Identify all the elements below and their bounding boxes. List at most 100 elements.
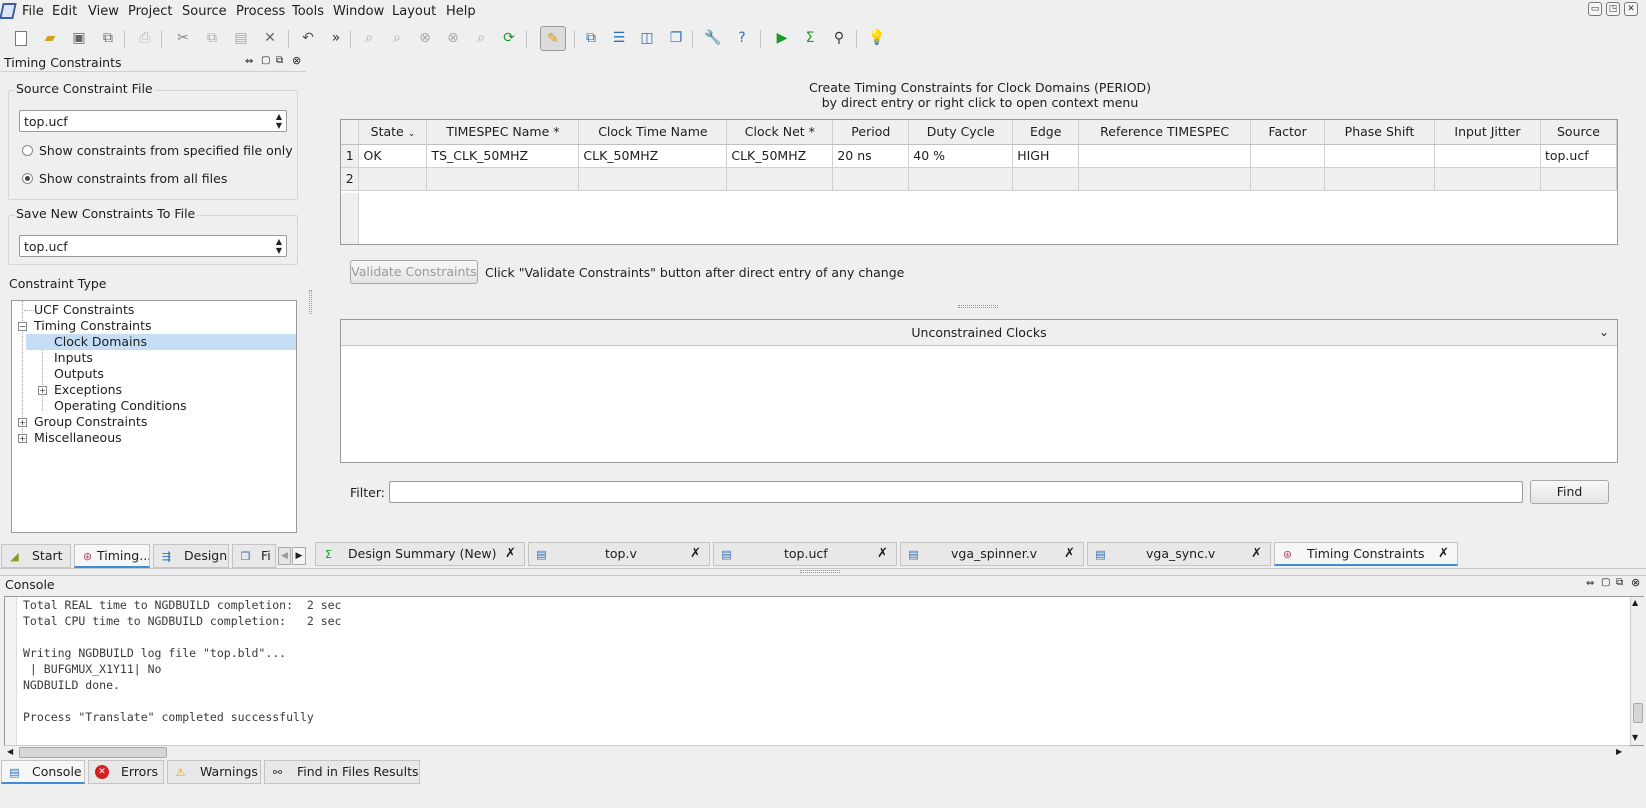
- scroll-right-icon[interactable]: ▶: [1616, 747, 1622, 756]
- table-cell[interactable]: [1078, 144, 1252, 168]
- panel-restore-icon[interactable]: ▢: [1601, 577, 1610, 588]
- unconstrained-clocks-header[interactable]: Unconstrained Clocks ⌄: [341, 320, 1617, 346]
- radio-all-files[interactable]: [22, 173, 33, 184]
- save-all-icon[interactable]: ⧉: [97, 27, 119, 49]
- tree-item-clock-domains[interactable]: Clock Domains: [26, 334, 296, 350]
- save-file-combo[interactable]: top.ucf ▲ ▼: [19, 235, 287, 257]
- tab-files[interactable]: ❐ Fi: [232, 544, 276, 568]
- panel-float-icon[interactable]: ⇔: [245, 56, 253, 67]
- menu-layout[interactable]: Layout: [392, 4, 436, 19]
- panel-close-icon[interactable]: ⊗: [1631, 576, 1640, 589]
- table-row[interactable]: 2: [341, 167, 1618, 191]
- table-cell[interactable]: [1434, 167, 1541, 191]
- table-cell[interactable]: [1012, 167, 1080, 191]
- zoom-fit-icon[interactable]: ⊗: [414, 27, 436, 49]
- menu-tools[interactable]: Tools: [292, 4, 324, 19]
- scroll-left-icon[interactable]: ◀: [7, 747, 13, 756]
- tab-timing-constraints[interactable]: ⊛ Timing Constraints ✗: [1274, 542, 1458, 566]
- zoom-out-icon[interactable]: ⌕: [386, 27, 408, 49]
- tab-errors[interactable]: ✕ Errors: [88, 760, 164, 784]
- table-cell[interactable]: [1434, 144, 1541, 168]
- tree-item-ucf-constraints[interactable]: UCF Constraints: [34, 302, 134, 318]
- tab-warnings[interactable]: ⚠ Warnings: [167, 760, 261, 784]
- table-cell[interactable]: HIGH: [1012, 144, 1080, 168]
- menu-window[interactable]: Window: [333, 4, 384, 19]
- column-header[interactable]: Source: [1540, 120, 1618, 145]
- menu-file[interactable]: File: [22, 4, 44, 19]
- close-tab-icon[interactable]: ✗: [505, 543, 516, 565]
- tree-item-miscellaneous[interactable]: Miscellaneous: [34, 430, 122, 446]
- menu-project[interactable]: Project: [128, 4, 172, 19]
- table-cell[interactable]: [908, 167, 1014, 191]
- table-cell[interactable]: [426, 167, 580, 191]
- tree-item-operating-conditions[interactable]: Operating Conditions: [54, 398, 187, 414]
- tile-vertical-icon[interactable]: ◫: [636, 27, 658, 49]
- column-header[interactable]: Duty Cycle: [908, 120, 1014, 145]
- panel-splitter-handle[interactable]: [309, 290, 312, 314]
- table-cell[interactable]: [726, 167, 834, 191]
- float-window-icon[interactable]: ❐: [665, 27, 687, 49]
- find-button[interactable]: Find: [1530, 480, 1609, 504]
- table-cell[interactable]: TS_CLK_50MHZ: [426, 144, 580, 168]
- scrollbar-thumb[interactable]: [1633, 703, 1643, 723]
- tree-item-group-constraints[interactable]: Group Constraints: [34, 414, 147, 430]
- column-header[interactable]: Edge: [1012, 120, 1080, 145]
- expand-icon[interactable]: +: [18, 418, 27, 427]
- horizontal-scrollbar[interactable]: ◀ ▶: [5, 745, 1630, 759]
- close-tab-icon[interactable]: ✗: [877, 543, 888, 565]
- tab-design-summary[interactable]: Σ Design Summary (New) ✗: [315, 542, 525, 566]
- tree-item-exceptions[interactable]: Exceptions: [54, 382, 122, 398]
- menu-edit[interactable]: Edit: [52, 4, 77, 19]
- filter-input[interactable]: [389, 481, 1523, 503]
- print-icon[interactable]: ⎙: [134, 27, 156, 49]
- tab-vga-sync[interactable]: ▤ vga_sync.v ✗: [1087, 542, 1271, 566]
- tab-scroll-right-icon[interactable]: ▶: [292, 547, 306, 565]
- radio-specified-file[interactable]: [22, 145, 33, 156]
- delete-icon[interactable]: ✕: [259, 27, 281, 49]
- run-icon[interactable]: ▶: [771, 27, 793, 49]
- new-file-icon[interactable]: [10, 27, 32, 49]
- paste-icon[interactable]: ▤: [230, 27, 252, 49]
- undo-icon[interactable]: ↶: [297, 27, 319, 49]
- panel-maximize-icon[interactable]: ⧉: [1616, 577, 1623, 588]
- minimize-icon[interactable]: ▭: [1588, 2, 1602, 16]
- column-header[interactable]: Reference TIMESPEC: [1078, 120, 1252, 145]
- tab-vga-spinner[interactable]: ▤ vga_spinner.v ✗: [900, 542, 1084, 566]
- save-icon[interactable]: ▣: [68, 27, 90, 49]
- summary-sigma-icon[interactable]: Σ: [799, 27, 821, 49]
- tab-start[interactable]: ◢ Start: [1, 544, 71, 568]
- column-header[interactable]: Clock Time Name: [578, 120, 728, 145]
- table-cell[interactable]: OK: [358, 144, 428, 168]
- open-folder-icon[interactable]: ▰: [39, 27, 61, 49]
- table-cell[interactable]: [1540, 167, 1618, 191]
- table-cell[interactable]: 20 ns: [832, 144, 910, 168]
- menu-help[interactable]: Help: [446, 4, 476, 19]
- restore-icon[interactable]: ◳: [1606, 2, 1620, 16]
- tab-timing[interactable]: ⊛ Timing...: [74, 544, 150, 568]
- menu-view[interactable]: View: [88, 4, 119, 19]
- refresh-icon[interactable]: ⟳: [498, 27, 520, 49]
- tab-console[interactable]: ▤ Console: [1, 760, 85, 784]
- zoom-select-icon[interactable]: ⊗: [442, 27, 464, 49]
- close-tab-icon[interactable]: ✗: [1064, 543, 1075, 565]
- column-header[interactable]: Phase Shift: [1324, 120, 1435, 145]
- panel-close-icon[interactable]: ⊗: [292, 54, 301, 67]
- cut-icon[interactable]: ✂: [172, 27, 194, 49]
- table-cell[interactable]: [1250, 167, 1326, 191]
- table-cell[interactable]: CLK_50MHZ: [726, 144, 834, 168]
- menu-source[interactable]: Source: [182, 4, 227, 19]
- menu-process[interactable]: Process: [236, 4, 285, 19]
- table-cell[interactable]: [358, 167, 428, 191]
- table-cell[interactable]: top.ucf: [1540, 144, 1618, 168]
- expand-icon[interactable]: +: [38, 386, 47, 395]
- tree-item-timing-constraints[interactable]: Timing Constraints: [34, 318, 152, 334]
- scroll-up-icon[interactable]: ▲: [1632, 598, 1638, 607]
- source-file-combo[interactable]: top.ucf ▲ ▼: [19, 110, 287, 132]
- panel-maximize-icon[interactable]: ⧉: [276, 55, 283, 66]
- settings-wrench-icon[interactable]: 🔧: [702, 27, 724, 49]
- table-row[interactable]: 1 OK TS_CLK_50MHZ CLK_50MHZ CLK_50MHZ 20…: [341, 144, 1618, 168]
- tab-design[interactable]: ⇶ Design: [153, 544, 229, 568]
- column-header[interactable]: Period: [832, 120, 910, 145]
- table-cell[interactable]: [1324, 144, 1435, 168]
- vertical-scrollbar[interactable]: ▲ ▼: [1630, 597, 1644, 745]
